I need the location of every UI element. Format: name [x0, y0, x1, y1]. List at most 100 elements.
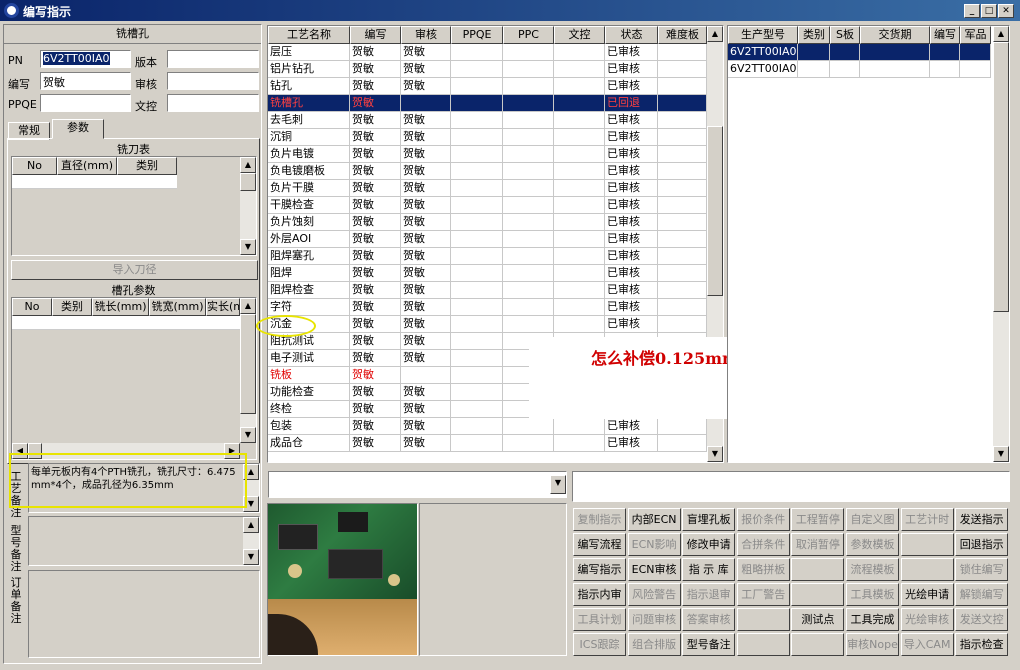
- table-row[interactable]: 负片蚀刻 贺敏 贺敏 已审核: [268, 214, 707, 231]
- action-button-r3-c4[interactable]: [791, 583, 845, 606]
- table-row[interactable]: 外层AOI 贺敏 贺敏 已审核: [268, 231, 707, 248]
- scroll-up-icon[interactable]: ▲: [240, 157, 256, 173]
- scroll-thumb[interactable]: [240, 173, 256, 191]
- action-button-r3-c5[interactable]: 工具模板: [846, 583, 899, 606]
- action-button-r5-c5[interactable]: 审核Nope: [846, 633, 899, 656]
- process-col-0[interactable]: 工艺名称: [268, 26, 350, 44]
- action-button-r1-c4[interactable]: 取消暂停: [791, 533, 845, 556]
- action-button-r1-c0[interactable]: 编写流程: [573, 533, 626, 556]
- slot-col-length[interactable]: 铣长(mm): [92, 298, 149, 316]
- action-button-r4-c0[interactable]: 工具计划: [573, 608, 626, 631]
- table-row[interactable]: 沉金 贺敏 贺敏 已审核: [268, 316, 707, 333]
- action-button-r4-c7[interactable]: 发送文控: [955, 608, 1009, 631]
- table-row[interactable]: 6V2TT00IA0: [728, 44, 991, 61]
- action-button-r4-c5[interactable]: 工具完成: [846, 608, 899, 631]
- action-button-r2-c2[interactable]: 指 示 库: [682, 558, 736, 581]
- table-row[interactable]: [12, 316, 240, 330]
- slot-col-width[interactable]: 铣宽(mm): [149, 298, 206, 316]
- scroll-down-icon[interactable]: ▼: [240, 427, 256, 443]
- scroll-up-icon[interactable]: ▲: [993, 26, 1009, 42]
- table-row[interactable]: 负片电镀 贺敏 贺敏 已审核: [268, 146, 707, 163]
- model-col-0[interactable]: 生产型号: [728, 26, 798, 44]
- tab-params[interactable]: 参数: [52, 119, 104, 139]
- action-button-r0-c2[interactable]: 盲埋孔板: [682, 508, 736, 531]
- action-button-r3-c0[interactable]: 指示内审: [573, 583, 626, 606]
- table-row[interactable]: 字符 贺敏 贺敏 已审核: [268, 299, 707, 316]
- close-icon[interactable]: ✕: [998, 4, 1014, 18]
- action-button-r3-c7[interactable]: 解锁编写: [955, 583, 1009, 606]
- table-row[interactable]: 包装 贺敏 贺敏 已审核: [268, 418, 707, 435]
- action-button-r2-c3[interactable]: 粗略拼板: [736, 558, 790, 581]
- cutter-col-diameter[interactable]: 直径(mm): [57, 157, 117, 175]
- action-button-r4-c3[interactable]: [736, 608, 790, 631]
- table-row[interactable]: 负片干膜 贺敏 贺敏 已审核: [268, 180, 707, 197]
- table-row[interactable]: 铝片钻孔 贺敏 贺敏 已审核: [268, 61, 707, 78]
- ppqe-field[interactable]: [40, 94, 131, 112]
- table-row[interactable]: 负电镀磨板 贺敏 贺敏 已审核: [268, 163, 707, 180]
- command-field[interactable]: [572, 471, 1010, 502]
- action-button-r0-c0[interactable]: 复制指示: [573, 508, 626, 531]
- scroll-thumb[interactable]: [240, 314, 256, 414]
- review-field[interactable]: [167, 72, 259, 90]
- table-row[interactable]: 干膜检查 贺敏 贺敏 已审核: [268, 197, 707, 214]
- action-button-r4-c4[interactable]: 测试点: [791, 608, 845, 631]
- process-col-3[interactable]: PPQE: [451, 26, 503, 44]
- action-button-r2-c7[interactable]: 锁住编写: [955, 558, 1009, 581]
- action-button-r1-c3[interactable]: 合拼条件: [736, 533, 790, 556]
- scroll-up-icon[interactable]: ▲: [240, 298, 256, 314]
- slot-col-actual[interactable]: 实长(mm: [206, 298, 240, 316]
- model-note-scrollbar[interactable]: ▲ ▼: [243, 517, 259, 565]
- slot-col-type[interactable]: 类别: [52, 298, 92, 316]
- version-field[interactable]: [167, 50, 259, 68]
- action-button-r5-c2[interactable]: 型号备注: [682, 633, 736, 656]
- table-row[interactable]: 铣槽孔 贺敏 已回退: [268, 95, 707, 112]
- process-col-2[interactable]: 审核: [401, 26, 451, 44]
- action-button-r0-c6[interactable]: 工艺计时: [900, 508, 954, 531]
- action-button-r4-c6[interactable]: 光绘审核: [900, 608, 954, 631]
- maximize-icon[interactable]: □: [981, 4, 997, 18]
- model-col-3[interactable]: 交货期: [860, 26, 930, 44]
- process-col-5[interactable]: 文控: [554, 26, 605, 44]
- scroll-thumb[interactable]: [707, 126, 723, 296]
- action-button-r2-c0[interactable]: 编写指示: [573, 558, 626, 581]
- action-button-r4-c2[interactable]: 答案审核: [682, 608, 736, 631]
- action-button-r2-c1[interactable]: ECN审核: [627, 558, 681, 581]
- process-col-7[interactable]: 难度板: [658, 26, 707, 44]
- doc-ctrl-field[interactable]: [167, 94, 259, 112]
- action-button-r2-c5[interactable]: 流程模板: [846, 558, 899, 581]
- action-button-r1-c7[interactable]: 回退指示: [955, 533, 1009, 556]
- action-button-r0-c5[interactable]: 自定义图: [846, 508, 899, 531]
- order-note-box[interactable]: [28, 570, 260, 658]
- slot-vscrollbar[interactable]: ▲ ▼: [240, 298, 256, 443]
- combo-box[interactable]: ▼: [268, 471, 567, 498]
- scroll-down-icon[interactable]: ▼: [993, 446, 1009, 462]
- model-note-box[interactable]: ▲ ▼: [28, 516, 260, 566]
- action-button-r5-c7[interactable]: 指示检查: [955, 633, 1009, 656]
- model-col-1[interactable]: 类别: [798, 26, 830, 44]
- action-button-r5-c3[interactable]: [736, 633, 790, 656]
- table-row[interactable]: 成品仓 贺敏 贺敏 已审核: [268, 435, 707, 452]
- action-button-r0-c7[interactable]: 发送指示: [955, 508, 1009, 531]
- table-row[interactable]: [12, 175, 177, 189]
- process-col-4[interactable]: PPC: [503, 26, 554, 44]
- action-button-r3-c2[interactable]: 指示退审: [682, 583, 736, 606]
- action-button-r2-c6[interactable]: [900, 558, 954, 581]
- cutter-col-type[interactable]: 类别: [117, 157, 177, 175]
- scroll-up-icon[interactable]: ▲: [243, 517, 259, 533]
- pn-field[interactable]: 6V2TT00IA0: [40, 50, 131, 68]
- scroll-down-icon[interactable]: ▼: [707, 446, 723, 462]
- action-button-r5-c1[interactable]: 组合排版: [627, 633, 681, 656]
- action-button-r5-c6[interactable]: 导入CAM: [900, 633, 954, 656]
- action-button-r5-c0[interactable]: ICS跟踪: [573, 633, 626, 656]
- action-button-r1-c1[interactable]: ECN影响: [627, 533, 681, 556]
- import-cutter-button[interactable]: 导入刀径: [11, 260, 258, 280]
- action-button-r1-c6[interactable]: [900, 533, 954, 556]
- process-col-6[interactable]: 状态: [605, 26, 658, 44]
- table-row[interactable]: 阻焊 贺敏 贺敏 已审核: [268, 265, 707, 282]
- table-row[interactable]: 6V2TT00IA0: [728, 61, 991, 78]
- table-row[interactable]: 沉铜 贺敏 贺敏 已审核: [268, 129, 707, 146]
- action-button-r0-c3[interactable]: 报价条件: [736, 508, 790, 531]
- cutter-col-no[interactable]: No: [12, 157, 57, 175]
- model-table-scrollbar[interactable]: ▲ ▼: [993, 26, 1009, 462]
- cutter-scrollbar[interactable]: ▲ ▼: [240, 157, 256, 255]
